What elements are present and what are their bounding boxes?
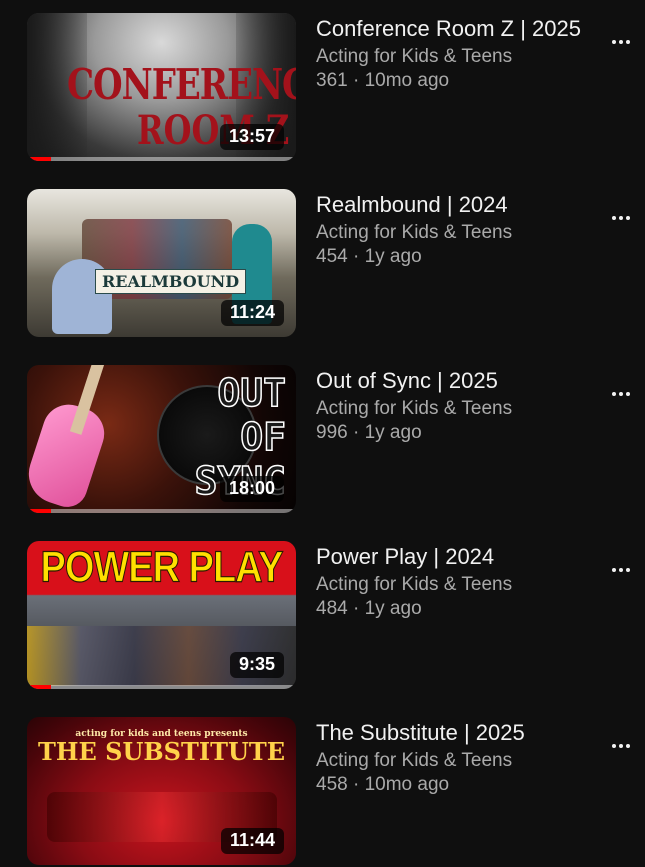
video-stats: 484 · 1y ago: [316, 598, 422, 619]
video-meta[interactable]: Out of Sync | 2025 Acting for Kids & Tee…: [316, 367, 596, 445]
duration-badge: 18:00: [219, 476, 284, 502]
video-thumbnail[interactable]: CONFERENCE ROOM Z 13:57: [27, 13, 296, 161]
thumbnail-title-line-2: OF: [239, 414, 286, 460]
watch-progress-fill: [27, 509, 52, 513]
duration-badge: 11:44: [220, 828, 284, 854]
more-vert-icon[interactable]: [606, 29, 636, 55]
video-thumbnail[interactable]: OUT OF SYNC 18:00: [27, 365, 296, 513]
duration-badge: 9:35: [229, 652, 284, 678]
video-title[interactable]: Out of Sync | 2025: [316, 367, 596, 395]
video-meta[interactable]: The Substitute | 2025 Acting for Kids & …: [316, 719, 596, 797]
watch-progress-bar: [27, 509, 296, 513]
channel-name[interactable]: Acting for Kids & Teens: [316, 397, 596, 421]
video-meta[interactable]: Realmbound | 2024 Acting for Kids & Teen…: [316, 191, 596, 269]
video-meta[interactable]: Power Play | 2024 Acting for Kids & Teen…: [316, 543, 596, 621]
video-thumbnail[interactable]: REALMBOUND 11:24: [27, 189, 296, 337]
video-stats: 454 · 1y ago: [316, 246, 422, 267]
video-stats: 458 · 10mo ago: [316, 774, 450, 795]
thumbnail-title-line-1: POWER PLAY: [40, 543, 284, 593]
video-thumbnail[interactable]: acting for kids and teens presents THE S…: [27, 717, 296, 865]
thumbnail-title-line-1: OUT: [217, 370, 287, 416]
more-vert-icon[interactable]: [606, 557, 636, 583]
video-item[interactable]: acting for kids and teens presents THE S…: [0, 717, 645, 867]
thumbnail-title-line-1: CONFERENCE: [67, 60, 296, 110]
channel-name[interactable]: Acting for Kids & Teens: [316, 749, 596, 773]
more-vert-icon[interactable]: [606, 205, 636, 231]
video-item[interactable]: POWER PLAY 9:35 Power Play | 2024 Acting…: [0, 541, 645, 693]
video-meta[interactable]: Conference Room Z | 2025 Acting for Kids…: [316, 15, 596, 93]
more-vert-icon[interactable]: [606, 733, 636, 759]
video-title[interactable]: Conference Room Z | 2025: [316, 15, 596, 43]
channel-name[interactable]: Acting for Kids & Teens: [316, 45, 596, 69]
watch-progress-bar: [27, 157, 296, 161]
watch-progress-fill: [27, 685, 52, 689]
duration-badge: 13:57: [219, 124, 284, 150]
thumbnail-title-line-1: REALMBOUND: [95, 269, 247, 294]
watch-progress-fill: [27, 157, 52, 161]
video-title[interactable]: The Substitute | 2025: [316, 719, 596, 747]
video-title[interactable]: Power Play | 2024: [316, 543, 596, 571]
video-item[interactable]: REALMBOUND 11:24 Realmbound | 2024 Actin…: [0, 189, 645, 341]
duration-badge: 11:24: [220, 300, 284, 326]
channel-name[interactable]: Acting for Kids & Teens: [316, 221, 596, 245]
watch-progress-bar: [27, 685, 296, 689]
video-stats: 361 · 10mo ago: [316, 70, 450, 91]
channel-name[interactable]: Acting for Kids & Teens: [316, 573, 596, 597]
more-vert-icon[interactable]: [606, 381, 636, 407]
video-item[interactable]: OUT OF SYNC 18:00 Out of Sync | 2025 Act…: [0, 365, 645, 517]
video-title[interactable]: Realmbound | 2024: [316, 191, 596, 219]
video-list: CONFERENCE ROOM Z 13:57 Conference Room …: [0, 0, 645, 867]
video-thumbnail[interactable]: POWER PLAY 9:35: [27, 541, 296, 689]
thumbnail-title-line-1: THE SUBSTITUTE: [37, 737, 286, 766]
video-stats: 996 · 1y ago: [316, 422, 422, 443]
video-item[interactable]: CONFERENCE ROOM Z 13:57 Conference Room …: [0, 13, 645, 165]
